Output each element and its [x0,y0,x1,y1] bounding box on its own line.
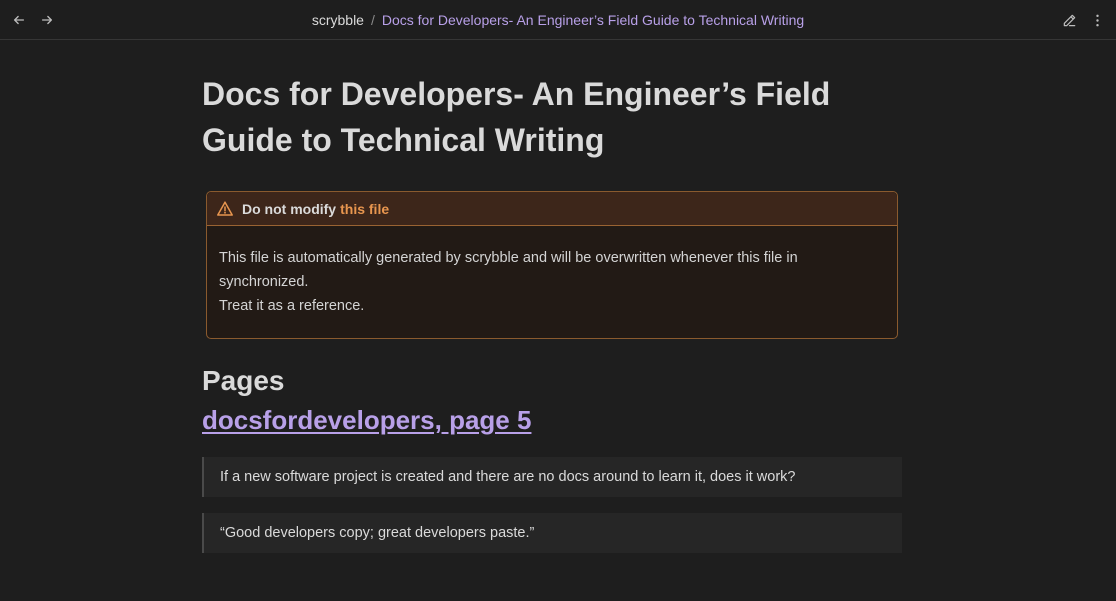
callout-header[interactable]: Do not modify this file [207,192,897,226]
warning-callout: Do not modify this file This file is aut… [206,191,898,339]
callout-body-text: This file is automatically generated by … [219,250,798,290]
pencil-icon [1063,14,1075,26]
more-vertical-icon [1095,14,1099,26]
callout-title-link[interactable]: this file [340,201,389,217]
note-content: Docs for Developers- An Engineer’s Field… [202,40,902,553]
edit-button[interactable] [1058,9,1080,31]
blockquote: If a new software project is created and… [202,457,902,497]
callout-body-text: Treat it as a reference. [219,298,365,314]
callout-body: This file is automatically generated by … [207,226,897,318]
breadcrumb-current[interactable]: Docs for Developers- An Engineer’s Field… [382,12,804,28]
breadcrumb: scrybble / Docs for Developers- An Engin… [0,0,1116,40]
breadcrumb-separator: / [370,12,375,28]
pages-heading: Pages [202,365,285,396]
title-bar: scrybble / Docs for Developers- An Engin… [0,0,1116,40]
more-options-button[interactable] [1086,9,1108,31]
page-title: Docs for Developers- An Engineer’s Field… [202,76,831,158]
page-link[interactable]: docsfordevelopers, page 5 [202,402,531,438]
blockquote: “Good developers copy; great developers … [202,513,902,553]
callout-title: Do not modify [242,200,337,217]
breadcrumb-parent[interactable]: scrybble [312,12,364,28]
warning-triangle-icon [217,200,233,216]
